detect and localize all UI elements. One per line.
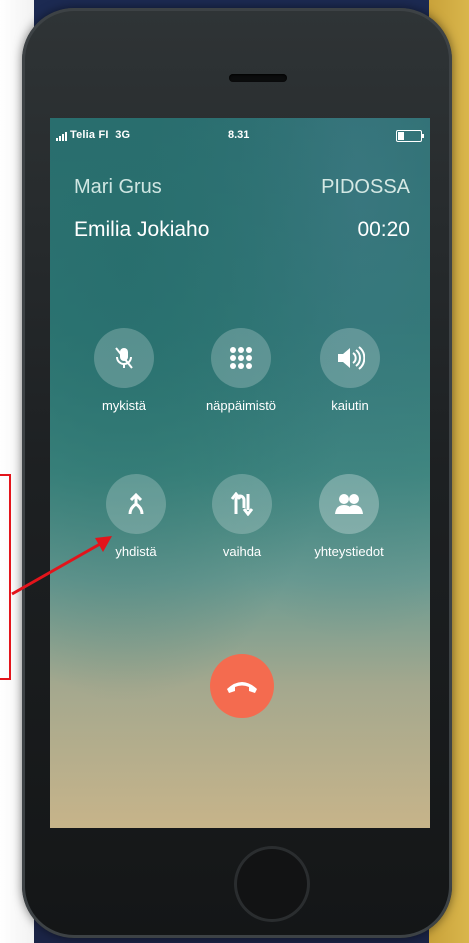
annotation-arrow [11, 536, 112, 596]
